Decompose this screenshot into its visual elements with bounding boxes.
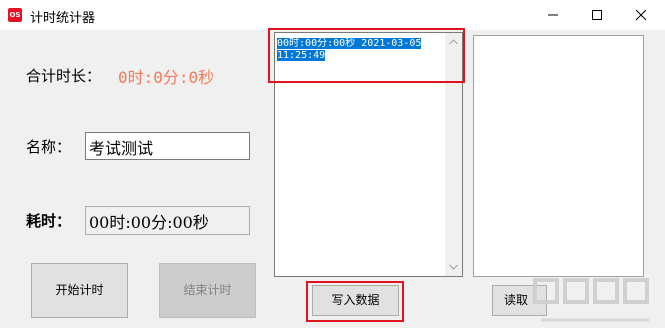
elapsed-time-field: 00时:00分:00秒 [85, 206, 250, 235]
elapsed-label: 耗时： [26, 212, 72, 230]
app-icon: OS [8, 8, 22, 22]
title-bar[interactable]: OS 计时统计器 [0, 0, 665, 30]
total-duration-label: 合计时长： [26, 67, 102, 85]
window-title: 计时统计器 [30, 11, 96, 26]
maximize-icon [592, 10, 602, 20]
app-window: OS 计时统计器 合计时长： 0时:0分:0秒 名称： 考试测试 耗时： 00时… [0, 0, 665, 328]
maximize-button[interactable] [575, 0, 619, 30]
read-data-list[interactable] [473, 35, 644, 277]
minimize-button[interactable] [531, 0, 575, 30]
close-icon [635, 9, 647, 21]
scroll-down-icon[interactable] [449, 264, 458, 270]
close-button[interactable] [619, 0, 663, 30]
name-label: 名称： [26, 138, 72, 156]
write-button-highlight-box [306, 281, 404, 322]
start-timer-button[interactable]: 开始计时 [31, 263, 128, 318]
name-input[interactable]: 考试测试 [85, 132, 250, 160]
end-timer-button[interactable]: 结束计时 [159, 263, 256, 318]
watermark-logo [533, 278, 649, 322]
record-highlight-box [268, 28, 465, 83]
minimize-icon [548, 14, 558, 16]
total-duration-value: 0时:0分:0秒 [118, 68, 215, 87]
